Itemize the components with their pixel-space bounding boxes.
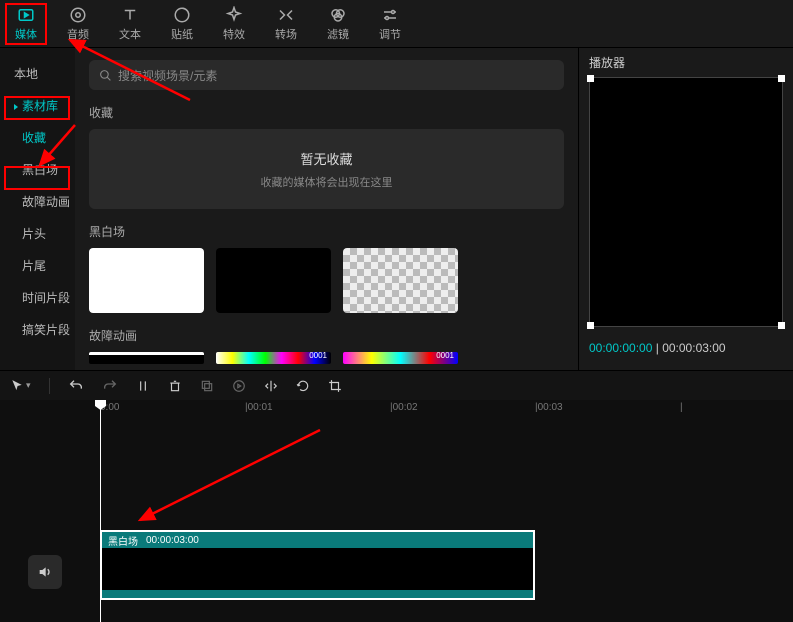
resize-handle-tr[interactable] — [778, 75, 785, 82]
timeline-clip[interactable]: 黑白场 00:00:03:00 — [100, 530, 535, 600]
favorite-empty-title: 暂无收藏 — [300, 149, 352, 168]
mute-button[interactable] — [28, 555, 62, 589]
search-input[interactable]: 搜索视频场景/元素 — [89, 60, 564, 90]
ruler-mark: |00:01 — [245, 402, 273, 413]
tab-effect-label: 特效 — [223, 26, 245, 42]
content-panel: 搜索视频场景/元素 收藏 暂无收藏 收藏的媒体将会出现在这里 黑白场 故障动画 — [75, 48, 578, 370]
favorite-empty-sub: 收藏的媒体将会出现在这里 — [261, 174, 393, 190]
tool-cursor[interactable]: ▾ — [10, 379, 31, 393]
sidebar-item-glitch[interactable]: 故障动画 — [0, 186, 75, 218]
tab-sticker-label: 贴纸 — [171, 26, 193, 42]
search-icon — [99, 69, 112, 82]
sidebar-item-timeclip[interactable]: 时间片段 — [0, 282, 75, 314]
search-placeholder: 搜索视频场景/元素 — [118, 67, 217, 84]
clip-footer — [102, 590, 533, 598]
tab-adjust[interactable]: 调节 — [364, 0, 416, 47]
tab-adjust-label: 调节 — [379, 26, 401, 42]
ruler-mark: |00:02 — [390, 402, 418, 413]
tab-filter[interactable]: 滤镜 — [312, 0, 364, 47]
section-favorite-label: 收藏 — [89, 104, 564, 121]
clip-name: 黑白场 — [108, 533, 138, 548]
resize-handle-tl[interactable] — [587, 75, 594, 82]
sidebar-item-outro[interactable]: 片尾 — [0, 250, 75, 282]
section-glitch-label: 故障动画 — [89, 327, 564, 344]
thumb-transparent[interactable] — [343, 248, 458, 313]
tool-record[interactable] — [232, 379, 246, 393]
tab-text[interactable]: 文本 — [104, 0, 156, 47]
clip-header: 黑白场 00:00:03:00 — [102, 532, 533, 548]
tab-audio-label: 音频 — [67, 26, 89, 42]
tab-sticker[interactable]: 贴纸 — [156, 0, 208, 47]
player-time-duration: 00:00:03:00 — [662, 341, 725, 355]
tool-crop[interactable] — [328, 379, 342, 393]
sidebar-item-local[interactable]: 本地 — [0, 58, 75, 90]
tab-media-label: 媒体 — [15, 26, 37, 42]
ruler-mark: | — [680, 402, 683, 413]
tool-redo[interactable] — [102, 378, 118, 394]
player-panel: 播放器 00:00:00:00 | 00:00:03:00 — [578, 48, 793, 370]
ruler-mark: |00:03 — [535, 402, 563, 413]
timeline-toolbar: ▾ — [0, 370, 793, 400]
tool-mirror[interactable] — [264, 379, 278, 393]
sidebar: 本地 素材库 收藏 黑白场 故障动画 片头 片尾 时间片段 搞笑片段 — [0, 48, 75, 370]
player-viewport[interactable] — [589, 77, 783, 327]
sidebar-item-intro[interactable]: 片头 — [0, 218, 75, 250]
tab-transition-label: 转场 — [275, 26, 297, 42]
player-time-sep: | — [652, 341, 662, 355]
tab-filter-label: 滤镜 — [327, 26, 349, 42]
thumb-white[interactable] — [89, 248, 204, 313]
player-title: 播放器 — [589, 54, 783, 71]
sidebar-item-favorite[interactable]: 收藏 — [0, 122, 75, 154]
section-bw-label: 黑白场 — [89, 223, 564, 240]
timeline[interactable]: 0:00 |00:01 |00:02 |00:03 | 黑白场 00:00:03… — [0, 400, 793, 622]
tab-text-label: 文本 — [119, 26, 141, 42]
sidebar-item-funny[interactable]: 搞笑片段 — [0, 314, 75, 346]
sidebar-library-label: 素材库 — [22, 99, 58, 113]
clip-duration: 00:00:03:00 — [146, 535, 199, 546]
tool-split[interactable] — [136, 379, 150, 393]
tab-audio[interactable]: 音频 — [52, 0, 104, 47]
expand-icon — [14, 104, 18, 110]
player-time: 00:00:00:00 | 00:00:03:00 — [589, 341, 783, 355]
sidebar-item-bw[interactable]: 黑白场 — [0, 154, 75, 186]
tool-delete[interactable] — [168, 379, 182, 393]
tab-media[interactable]: 媒体 — [0, 0, 52, 47]
tab-effect[interactable]: 特效 — [208, 0, 260, 47]
thumb-glitch-3[interactable] — [343, 352, 458, 364]
speaker-icon — [37, 564, 53, 580]
sidebar-item-library[interactable]: 素材库 — [0, 90, 75, 122]
tool-undo[interactable] — [68, 378, 84, 394]
thumb-glitch-1[interactable] — [89, 352, 204, 364]
player-time-current: 00:00:00:00 — [589, 341, 652, 355]
thumb-glitch-2[interactable] — [216, 352, 331, 364]
tool-rotate[interactable] — [296, 379, 310, 393]
tool-copy[interactable] — [200, 379, 214, 393]
timeline-ruler[interactable]: 0:00 |00:01 |00:02 |00:03 | — [0, 400, 793, 418]
thumb-black[interactable] — [216, 248, 331, 313]
favorite-empty-box: 暂无收藏 收藏的媒体将会出现在这里 — [89, 129, 564, 209]
tab-transition[interactable]: 转场 — [260, 0, 312, 47]
resize-handle-br[interactable] — [778, 322, 785, 329]
resize-handle-bl[interactable] — [587, 322, 594, 329]
